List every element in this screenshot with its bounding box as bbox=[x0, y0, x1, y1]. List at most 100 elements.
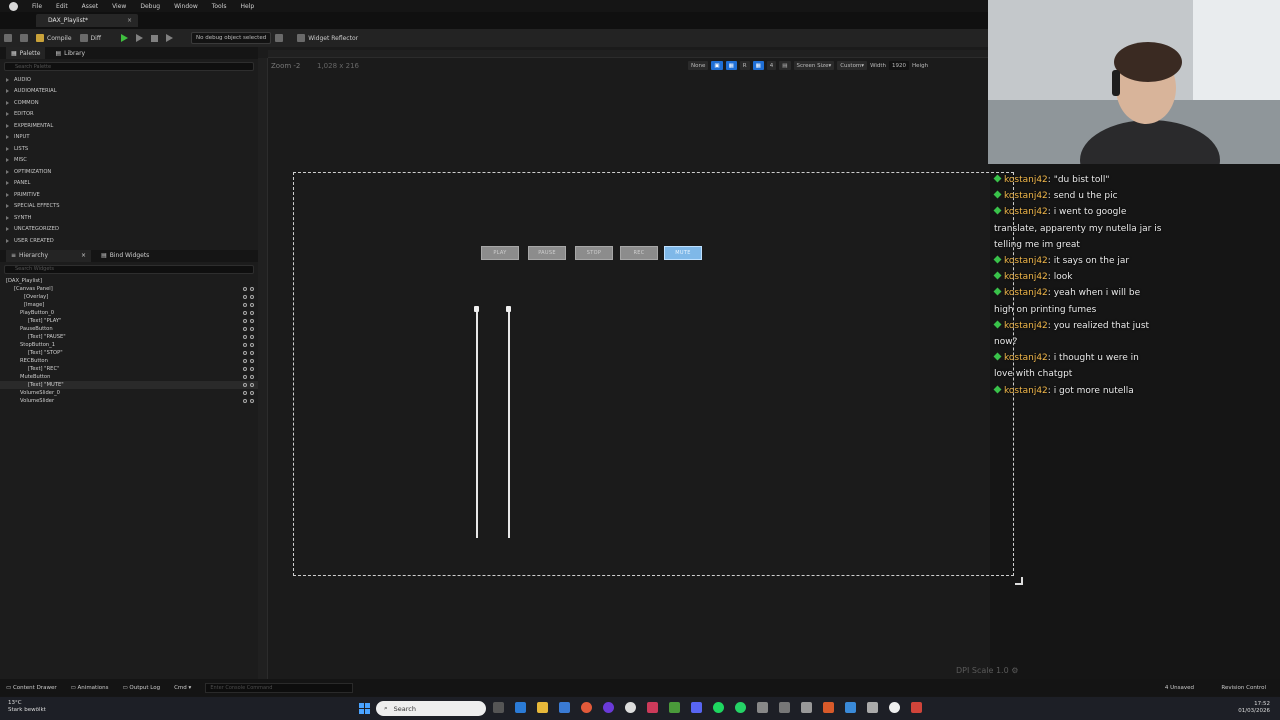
tree-row[interactable]: RECButton bbox=[0, 357, 258, 365]
visibility-icon[interactable] bbox=[243, 302, 254, 307]
visibility-icon[interactable] bbox=[243, 286, 254, 291]
diff-button[interactable]: Diff bbox=[76, 31, 105, 45]
tree-row[interactable]: [Text] "REC" bbox=[0, 365, 258, 373]
task-view-icon[interactable] bbox=[493, 702, 504, 713]
snap-value[interactable]: 4 bbox=[766, 61, 777, 70]
unsaved-button[interactable]: 4 Unsaved bbox=[1165, 685, 1194, 691]
console-input[interactable]: Enter Console Command bbox=[205, 682, 354, 693]
menu-file[interactable]: File bbox=[32, 3, 42, 10]
visibility-icon[interactable] bbox=[243, 342, 254, 347]
content-drawer-button[interactable]: ▭ Content Drawer bbox=[6, 685, 57, 691]
palette-category[interactable]: COMMON bbox=[0, 97, 258, 109]
app-icon[interactable] bbox=[911, 702, 922, 713]
dpi-scale-label[interactable]: DPI Scale 1.0 ⚙ bbox=[956, 666, 1018, 675]
app-icon[interactable] bbox=[779, 702, 790, 713]
menu-tools[interactable]: Tools bbox=[212, 3, 227, 10]
visibility-icon[interactable] bbox=[243, 350, 254, 355]
custom-select[interactable]: Custom ▾ bbox=[837, 61, 868, 70]
palette-category[interactable]: EXPERIMENTAL bbox=[0, 120, 258, 132]
palette-category[interactable]: OPTIMIZATION bbox=[0, 166, 258, 178]
tab-library[interactable]: ▤ Library bbox=[55, 50, 85, 57]
visibility-icon[interactable] bbox=[243, 334, 254, 339]
simulate-button[interactable] bbox=[162, 31, 177, 45]
close-icon[interactable]: × bbox=[127, 17, 132, 24]
widget-frame[interactable] bbox=[293, 172, 1014, 576]
whatsapp-icon[interactable] bbox=[735, 702, 746, 713]
debug-object-select[interactable]: No debug object selected bbox=[190, 32, 272, 44]
app-icon[interactable] bbox=[823, 702, 834, 713]
visibility-icon[interactable] bbox=[243, 374, 254, 379]
app-icon[interactable] bbox=[801, 702, 812, 713]
windows-start-icon[interactable] bbox=[359, 703, 370, 714]
system-tray-clock[interactable]: 17:52 01/03/2026 bbox=[1238, 701, 1270, 715]
grid-icon[interactable]: ▦ bbox=[725, 61, 737, 70]
tab-palette[interactable]: ▦ Palette bbox=[6, 47, 46, 59]
visibility-icon[interactable] bbox=[243, 358, 254, 363]
tree-row[interactable]: [Text] "PAUSE" bbox=[0, 333, 258, 341]
tab-dax-playlist[interactable]: DAX_Playlist* × bbox=[36, 14, 138, 27]
visibility-icon[interactable] bbox=[243, 326, 254, 331]
tab-hierarchy[interactable]: ≡ Hierarchy × bbox=[6, 249, 92, 262]
unreal-engine-icon[interactable] bbox=[889, 702, 900, 713]
tree-row[interactable]: PauseButton bbox=[0, 325, 258, 333]
palette-category[interactable]: PRIMITIVE bbox=[0, 189, 258, 201]
spotify-icon[interactable] bbox=[713, 702, 724, 713]
play-button[interactable] bbox=[117, 31, 132, 45]
screen-size-select[interactable]: Screen Size ▾ bbox=[793, 61, 835, 70]
palette-category[interactable]: SPECIAL EFFECTS bbox=[0, 201, 258, 213]
cmd-select[interactable]: Cmd ▾ bbox=[174, 685, 191, 691]
obs-icon[interactable] bbox=[603, 702, 614, 713]
tree-row[interactable]: PlayButton_0 bbox=[0, 309, 258, 317]
taskbar-search-input[interactable]: ⌕ Search bbox=[376, 701, 486, 716]
stop-button[interactable] bbox=[147, 31, 162, 45]
tree-row[interactable]: [Text] "PLAY" bbox=[0, 317, 258, 325]
image-icon[interactable]: ▤ bbox=[779, 61, 791, 70]
tree-row[interactable]: VolumeSlider_0 bbox=[0, 389, 258, 397]
animations-button[interactable]: ▭ Animations bbox=[71, 685, 109, 691]
lock-icon[interactable]: ▣ bbox=[711, 61, 723, 70]
tree-row[interactable]: [Text] "MUTE" bbox=[0, 380, 258, 389]
step-button[interactable] bbox=[132, 31, 147, 45]
debug-filter-button[interactable] bbox=[271, 31, 287, 45]
chrome-icon[interactable] bbox=[581, 702, 592, 713]
menu-edit[interactable]: Edit bbox=[56, 3, 68, 10]
app-icon[interactable] bbox=[647, 702, 658, 713]
discord-icon[interactable] bbox=[691, 702, 702, 713]
visibility-icon[interactable] bbox=[243, 294, 254, 299]
volume-slider-handle[interactable] bbox=[506, 306, 511, 312]
play-widget-button[interactable]: PLAY bbox=[481, 246, 519, 260]
chatgpt-icon[interactable] bbox=[625, 702, 636, 713]
resize-handle-icon[interactable] bbox=[1015, 577, 1023, 585]
tree-row[interactable]: [Text] "STOP" bbox=[0, 349, 258, 357]
pause-widget-button[interactable]: PAUSE bbox=[528, 246, 566, 260]
gear-icon[interactable]: ⚙ bbox=[1011, 666, 1018, 675]
tab-bind-widgets[interactable]: ▤ Bind Widgets bbox=[101, 252, 149, 259]
app-icon[interactable] bbox=[757, 702, 768, 713]
hierarchy-search-input[interactable]: Search Widgets bbox=[4, 264, 254, 274]
tree-row[interactable]: [DAX_Playlist] bbox=[0, 277, 258, 285]
palette-category[interactable]: SYNTH bbox=[0, 212, 258, 224]
tree-row[interactable]: [Canvas Panel] bbox=[0, 285, 258, 293]
palette-category[interactable]: PANEL bbox=[0, 178, 258, 190]
visibility-icon[interactable] bbox=[243, 318, 254, 323]
unreal-logo-icon[interactable] bbox=[6, 0, 20, 12]
palette-category[interactable]: EDITOR bbox=[0, 109, 258, 121]
app-icon[interactable] bbox=[845, 702, 856, 713]
visibility-icon[interactable] bbox=[243, 390, 254, 395]
volume-slider-track[interactable] bbox=[508, 310, 510, 538]
file-explorer-icon[interactable] bbox=[537, 702, 548, 713]
store-icon[interactable] bbox=[559, 702, 570, 713]
menu-window[interactable]: Window bbox=[174, 3, 198, 10]
mute-widget-button[interactable]: MUTE bbox=[664, 246, 702, 260]
visibility-icon[interactable] bbox=[243, 382, 254, 387]
volume-slider-track[interactable] bbox=[476, 310, 478, 538]
palette-category[interactable]: INPUT bbox=[0, 132, 258, 144]
visibility-icon[interactable] bbox=[243, 310, 254, 315]
volume-slider-handle[interactable] bbox=[474, 306, 479, 312]
menu-view[interactable]: View bbox=[112, 3, 126, 10]
palette-category[interactable]: UNCATEGORIZED bbox=[0, 224, 258, 236]
widget-reflector-button[interactable]: Widget Reflector bbox=[293, 31, 362, 45]
tree-row[interactable]: MuteButton bbox=[0, 373, 258, 381]
browse-button[interactable] bbox=[16, 31, 32, 45]
palette-category[interactable]: LISTS bbox=[0, 143, 258, 155]
